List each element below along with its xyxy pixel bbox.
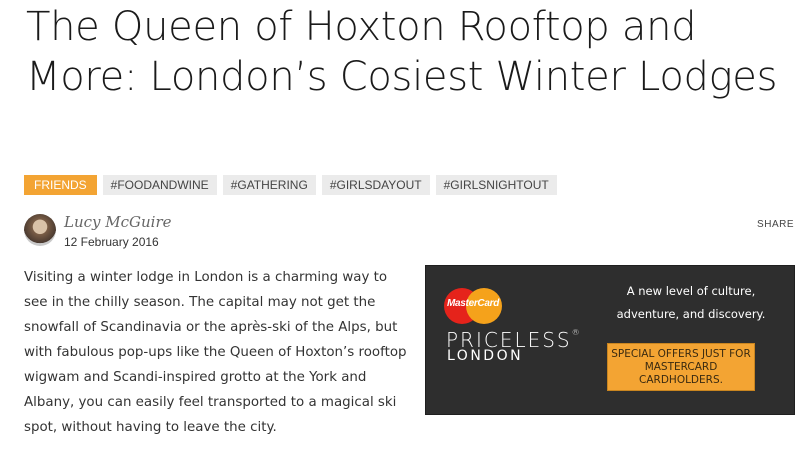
- ad-city: LONDON: [447, 348, 524, 364]
- tag-gathering[interactable]: #GATHERING: [222, 175, 316, 195]
- ad-tagline: A new level of culture, adventure, and d…: [616, 284, 766, 321]
- ad-registered-mark: ®: [571, 328, 580, 337]
- tag-foodandwine[interactable]: #FOODANDWINE: [102, 175, 217, 195]
- author-avatar[interactable]: [24, 214, 56, 246]
- tag-girlsdayout[interactable]: #GIRLSDAYOUT: [321, 175, 430, 195]
- tag-girlsnightout[interactable]: #GIRLSNIGHTOUT: [435, 175, 557, 195]
- publish-date: 12 February 2016: [64, 235, 159, 249]
- tag-friends[interactable]: FRIENDS: [24, 175, 97, 195]
- mastercard-ad-banner[interactable]: MasterCard PRICELESS® LONDON A new level…: [425, 265, 795, 415]
- author-block: Lucy McGuire 12 February 2016: [24, 212, 172, 251]
- mastercard-logo-text: MasterCard: [446, 298, 500, 309]
- share-button[interactable]: SHARE: [757, 219, 794, 230]
- tag-list: FRIENDS #FOODANDWINE #GATHERING #GIRLSDA…: [24, 175, 557, 195]
- ad-offer-button[interactable]: SPECIAL OFFERS JUST FOR MASTERCARD CARDH…: [607, 343, 755, 391]
- article-title: The Queen of Hoxton Rooftop and More: Lo…: [26, 4, 778, 100]
- author-name[interactable]: Lucy McGuire: [64, 212, 172, 232]
- mastercard-logo-icon: MasterCard: [444, 288, 502, 324]
- article-body: Visiting a winter lodge in London is a c…: [24, 270, 407, 435]
- author-meta: Lucy McGuire 12 February 2016: [64, 212, 172, 251]
